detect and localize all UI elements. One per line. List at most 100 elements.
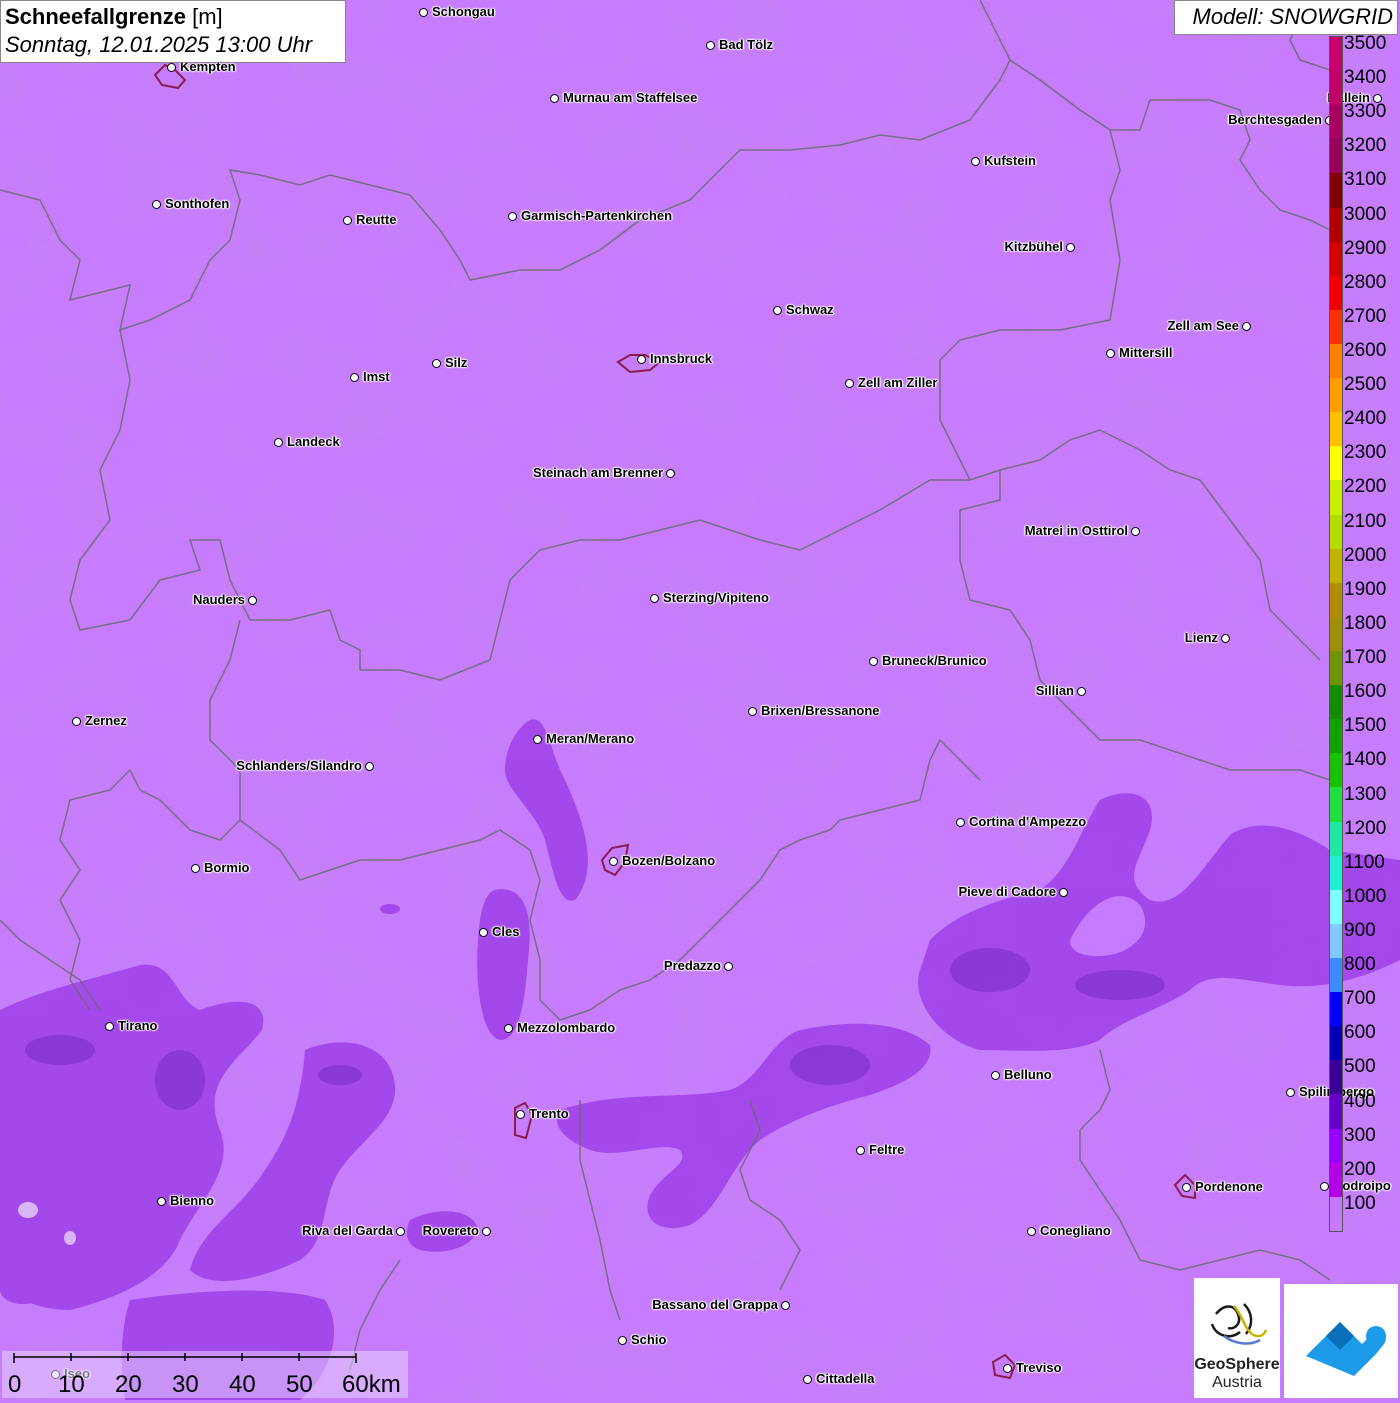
city-marker[interactable] <box>637 355 646 364</box>
city-marker[interactable] <box>856 1146 865 1155</box>
city-label: Sonthofen <box>165 196 230 211</box>
city-marker[interactable] <box>803 1375 812 1384</box>
city-marker[interactable] <box>1242 322 1251 331</box>
legend-swatch <box>1330 412 1342 447</box>
city-marker[interactable] <box>1131 527 1140 536</box>
city-marker[interactable] <box>956 818 965 827</box>
city-marker[interactable] <box>1182 1183 1191 1192</box>
city-marker[interactable] <box>1221 634 1230 643</box>
title-box: Schneefallgrenze [m] Sonntag, 12.01.2025… <box>0 0 346 63</box>
city-label: Sterzing/Vipiteno <box>663 590 769 605</box>
city-marker[interactable] <box>971 157 980 166</box>
scale-label-20: 20 <box>115 1371 142 1398</box>
geosphere-logo-line2: Austria <box>1212 1374 1262 1391</box>
city-label: Cittadella <box>816 1371 875 1386</box>
city-marker[interactable] <box>508 212 517 221</box>
legend-swatch <box>1330 37 1342 72</box>
city-marker[interactable] <box>845 379 854 388</box>
legend-swatch <box>1330 173 1342 208</box>
city-marker[interactable] <box>533 735 542 744</box>
legend-label: 2900 <box>1344 237 1387 259</box>
city-marker[interactable] <box>869 657 878 666</box>
legend-label: 400 <box>1344 1090 1376 1112</box>
map-title-unit: [m] <box>192 4 223 29</box>
city-marker[interactable] <box>1003 1364 1012 1373</box>
city-label: Steinach am Brenner <box>532 465 663 480</box>
legend-swatch <box>1330 548 1342 583</box>
city-marker[interactable] <box>991 1071 1000 1080</box>
snowline-map[interactable]: Schongau Bad Tölz Kempten Murnau am Staffel… <box>0 0 1400 1400</box>
city-label: Schwaz <box>786 302 834 317</box>
city-marker[interactable] <box>191 864 200 873</box>
city-marker[interactable] <box>343 216 352 225</box>
city-marker[interactable] <box>1286 1088 1295 1097</box>
city-marker[interactable] <box>1066 243 1075 252</box>
city-label: Zell am See <box>1167 318 1239 333</box>
legend-swatch <box>1330 378 1342 413</box>
legend-label: 2300 <box>1344 442 1387 464</box>
city-marker[interactable] <box>666 469 675 478</box>
city-marker[interactable] <box>650 594 659 603</box>
legend-label: 3200 <box>1344 135 1387 157</box>
city-marker[interactable] <box>350 373 359 382</box>
city-label: Silz <box>445 355 468 370</box>
city-marker[interactable] <box>516 1110 525 1119</box>
city-marker[interactable] <box>609 857 618 866</box>
city-label: Bozen/Bolzano <box>622 853 716 868</box>
city-marker[interactable] <box>504 1024 513 1033</box>
scale-label-0: 0 <box>8 1371 22 1398</box>
legend-label: 1900 <box>1344 578 1387 600</box>
scale-label-60km: 60km <box>342 1371 401 1398</box>
legend-swatch <box>1330 1128 1342 1163</box>
city-label: Bad Tölz <box>719 37 774 52</box>
city-marker[interactable] <box>157 1197 166 1206</box>
city-marker[interactable] <box>748 707 757 716</box>
city-marker[interactable] <box>167 63 176 72</box>
legend-label: 3100 <box>1344 169 1387 191</box>
legend-swatch <box>1330 343 1342 379</box>
city-marker[interactable] <box>550 94 559 103</box>
city-marker[interactable] <box>482 1227 491 1236</box>
legend-label: 2600 <box>1344 340 1387 362</box>
city-marker[interactable] <box>152 200 161 209</box>
city-marker[interactable] <box>1077 687 1086 696</box>
city-marker[interactable] <box>618 1336 627 1345</box>
legend-label: 3300 <box>1344 101 1387 123</box>
city-marker[interactable] <box>105 1022 114 1031</box>
city-marker[interactable] <box>1059 888 1068 897</box>
city-marker[interactable] <box>781 1301 790 1310</box>
geosphere-logo[interactable]: GeoSphere Austria <box>1194 1278 1280 1398</box>
city-label: Trento <box>529 1106 569 1121</box>
city-marker[interactable] <box>1320 1182 1329 1191</box>
city-marker[interactable] <box>274 438 283 447</box>
legend-swatch <box>1330 821 1342 856</box>
legend-swatch <box>1330 1162 1342 1197</box>
legend-label: 1400 <box>1344 749 1387 771</box>
city-label: Schlanders/Silandro <box>236 758 362 773</box>
city-marker[interactable] <box>706 41 715 50</box>
legend-swatch <box>1330 105 1342 140</box>
legend-swatch <box>1330 309 1342 344</box>
city-marker[interactable] <box>479 928 488 937</box>
city-marker[interactable] <box>248 596 257 605</box>
legend-swatch <box>1330 753 1342 788</box>
city-marker[interactable] <box>724 962 733 971</box>
legend-swatch <box>1330 992 1342 1027</box>
city-label: Cortina d'Ampezzo <box>969 814 1087 829</box>
city-marker[interactable] <box>365 762 374 771</box>
legend-label: 300 <box>1344 1124 1376 1146</box>
app-logo[interactable] <box>1284 1284 1398 1398</box>
city-label: Imst <box>363 369 390 384</box>
city-label: Riva del Garda <box>301 1223 393 1238</box>
city-label: Tirano <box>118 1018 158 1033</box>
city-marker[interactable] <box>773 306 782 315</box>
city-marker[interactable] <box>1106 349 1115 358</box>
city-label: Mezzolombardo <box>517 1020 616 1035</box>
city-marker[interactable] <box>1027 1227 1036 1236</box>
city-marker[interactable] <box>419 8 428 17</box>
city-label: Kitzbühel <box>1004 239 1064 254</box>
city-marker[interactable] <box>72 717 81 726</box>
city-marker[interactable] <box>396 1227 405 1236</box>
legend-swatch <box>1330 957 1342 993</box>
city-marker[interactable] <box>432 359 441 368</box>
